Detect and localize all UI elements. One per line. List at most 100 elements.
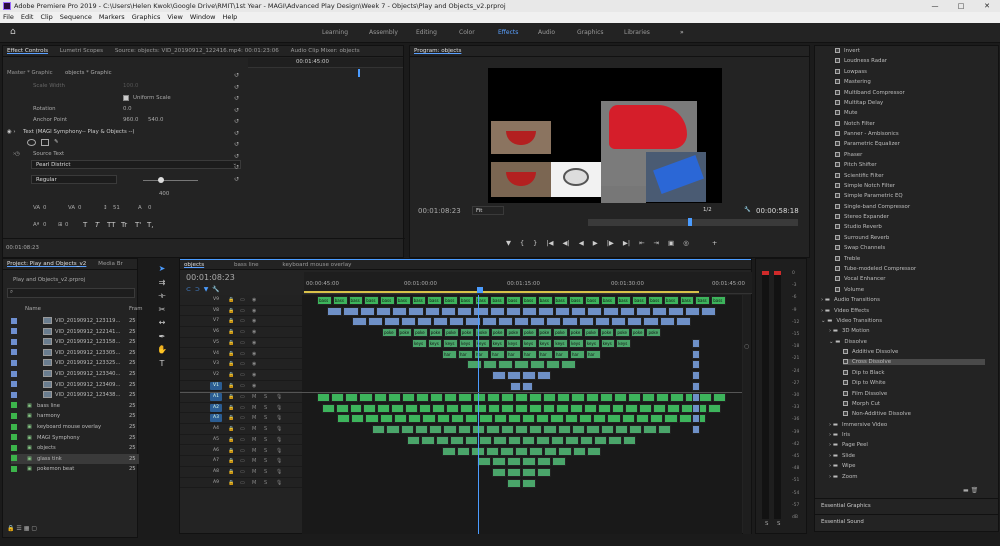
menu-help[interactable]: Help: [222, 12, 237, 23]
timeline-clip[interactable]: [538, 306, 554, 316]
track-target[interactable]: V9: [210, 296, 222, 304]
sync-icon[interactable]: ▭: [240, 456, 245, 466]
timeline-clip[interactable]: [611, 317, 627, 327]
effect-item[interactable]: Vocal Enhancer: [835, 276, 886, 282]
timeline-clip[interactable]: [450, 435, 464, 445]
timeline-clip[interactable]: [528, 403, 542, 413]
timeline-clip[interactable]: bass: [411, 296, 427, 305]
timeline-clip[interactable]: [510, 381, 521, 391]
timeline-clip[interactable]: [446, 403, 459, 413]
timeline-clip[interactable]: [384, 317, 400, 327]
settings-wrench-icon[interactable]: 🔧: [212, 286, 219, 293]
audio-track-header[interactable]: A1 🔒 ▭ M S 🎙: [180, 392, 302, 403]
timeline-clip[interactable]: keys: [459, 338, 474, 348]
step-forward-button[interactable]: |▶: [607, 239, 614, 251]
selection-tool-icon[interactable]: ➤: [152, 262, 172, 276]
timeline-clip[interactable]: [473, 306, 489, 316]
workspace-color[interactable]: Color: [459, 29, 475, 36]
timeline-clip[interactable]: bass: [332, 296, 348, 305]
program-scrubber[interactable]: [588, 219, 798, 226]
timeline-clip[interactable]: [692, 349, 700, 359]
timeline-clip[interactable]: [486, 425, 500, 435]
timeline-clip[interactable]: bass: [537, 296, 553, 305]
timeline-clip[interactable]: [587, 446, 601, 456]
eye-icon[interactable]: ◉: [252, 295, 256, 305]
lock-icon[interactable]: 🔒: [228, 306, 234, 316]
timeline-clip[interactable]: [593, 435, 608, 445]
effect-item[interactable]: Parametric Equalizer: [835, 141, 900, 147]
timeline-clip[interactable]: keys: [522, 338, 537, 348]
effect-item[interactable]: Scientific Filter: [835, 172, 884, 179]
timeline-clip[interactable]: poke: [382, 328, 397, 338]
project-item[interactable]: VID_20190912_123119... 25: [11, 316, 139, 327]
video-track-header[interactable]: V2 🔒 ▭ ◉: [180, 370, 302, 381]
project-item[interactable]: VID_20190912_123325... 25: [11, 358, 139, 369]
menu-markers[interactable]: Markers: [99, 12, 125, 23]
timeline-clip[interactable]: [335, 403, 349, 413]
timeline-clip[interactable]: [692, 360, 700, 370]
tab-sequence-keyboard[interactable]: keyboard mouse overlay: [282, 262, 351, 268]
mute-button[interactable]: M: [252, 424, 256, 434]
timeline-clip[interactable]: [546, 317, 562, 327]
timeline-clip[interactable]: [653, 403, 666, 413]
timeline-clip[interactable]: [363, 403, 377, 413]
video-track-header[interactable]: V1 🔒 ▭ ◉: [180, 380, 302, 392]
timeline-clip[interactable]: poke: [537, 328, 553, 338]
timeline-clip[interactable]: [712, 393, 726, 402]
tab-audio-clip-mixer[interactable]: Audio Clip Mixer: objects: [291, 48, 360, 54]
timeline-clip[interactable]: poke: [599, 328, 615, 338]
reset-icons[interactable]: ↺ ↺ ↺ ↺ ↺ ↺ ↺ ↺ ↺ ↺: [234, 70, 242, 183]
timeline-clip[interactable]: [529, 393, 543, 402]
timeline-clip[interactable]: [501, 403, 515, 413]
label-color-swatch[interactable]: [11, 370, 17, 377]
label-color-swatch[interactable]: [11, 359, 17, 366]
audio-track-header[interactable]: A4 🔒 ▭ M S 🎙: [180, 424, 302, 435]
timeline-clip[interactable]: [352, 317, 368, 327]
timeline-clip[interactable]: [586, 425, 600, 435]
timeline-clip[interactable]: keys: [553, 338, 569, 348]
timeline-clip[interactable]: [473, 403, 487, 413]
timeline-clip[interactable]: poke: [490, 328, 506, 338]
sync-icon[interactable]: ▭: [240, 359, 245, 369]
timeline-clip[interactable]: [659, 317, 675, 327]
zoom-dropdown[interactable]: Fit: [472, 206, 504, 215]
timeline-clip[interactable]: [507, 457, 521, 467]
dissolve-effect-item[interactable]: Cross Dissolve: [843, 359, 985, 366]
timeline-clip[interactable]: [479, 414, 493, 424]
menu-clip[interactable]: Clip: [40, 12, 52, 23]
mute-button[interactable]: M: [252, 456, 256, 466]
font-style-dropdown[interactable]: Regular: [31, 175, 117, 184]
microphone-icon[interactable]: 🎙: [276, 403, 282, 413]
timeline-clip[interactable]: [407, 435, 421, 445]
timeline-clip[interactable]: [692, 393, 700, 402]
lift-button[interactable]: ⇤: [639, 239, 644, 251]
timeline-clip[interactable]: poke: [568, 328, 584, 338]
timeline-clip[interactable]: [435, 435, 450, 445]
timeline-clip[interactable]: [408, 414, 422, 424]
tab-source[interactable]: Source: objects: VID_20190912_122416.mp4…: [115, 48, 279, 54]
timeline-clip[interactable]: bass: [474, 296, 490, 305]
timeline-clip[interactable]: [457, 306, 473, 316]
transition-folder[interactable]: › ▬ Slide: [829, 453, 855, 459]
timeline-clip[interactable]: [522, 457, 536, 467]
sync-icon[interactable]: ▭: [240, 403, 245, 413]
faux-italic-button[interactable]: T: [95, 221, 99, 229]
font-size-value[interactable]: 400: [159, 191, 169, 197]
workspace-learning[interactable]: Learning: [322, 29, 348, 36]
video-track-header[interactable]: V6 🔒 ▭ ◉: [180, 327, 302, 338]
label-color-swatch[interactable]: [11, 338, 17, 345]
lock-icon[interactable]: 🔒: [228, 316, 234, 326]
timeline-clip[interactable]: bass: [569, 296, 585, 305]
track-target[interactable]: V2: [210, 371, 222, 379]
timeline-clip[interactable]: [492, 371, 506, 381]
microphone-icon[interactable]: 🎙: [276, 424, 282, 434]
timeline-clip[interactable]: [500, 446, 514, 456]
timeline-clip[interactable]: [444, 393, 458, 402]
menu-edit[interactable]: Edit: [21, 12, 34, 23]
label-color-swatch[interactable]: [11, 317, 17, 324]
timeline-clip[interactable]: [600, 425, 614, 435]
timeline-clip[interactable]: [349, 403, 363, 413]
timeline-clip[interactable]: [436, 414, 450, 424]
timeline-clip[interactable]: poke: [459, 328, 475, 338]
effect-item[interactable]: Multitap Delay: [835, 99, 883, 106]
